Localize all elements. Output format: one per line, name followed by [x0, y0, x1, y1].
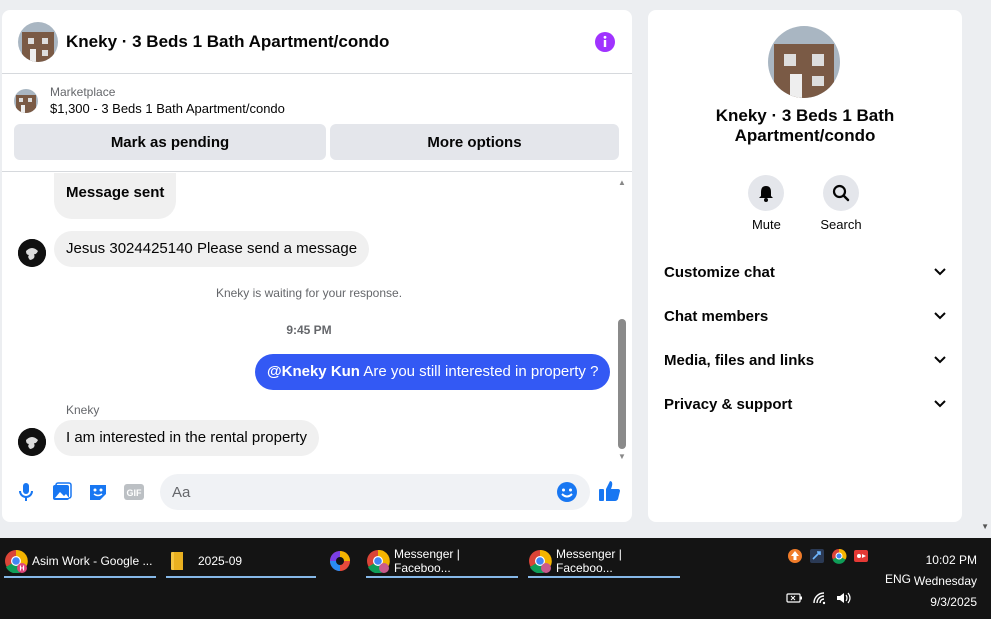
- taskbar-messenger-1[interactable]: Messenger | Faceboo...: [366, 544, 518, 578]
- search-icon: [822, 175, 859, 211]
- chevron-down-icon: [934, 400, 946, 408]
- system-clock[interactable]: 10:02 PM Wednesday 9/3/2025: [914, 550, 977, 613]
- outgoing-message-text: Are you still interested in property ?: [359, 363, 599, 380]
- menu-item-label: Privacy & support: [664, 395, 793, 413]
- chrome-icon: H: [4, 549, 28, 574]
- battery-icon[interactable]: [786, 591, 804, 605]
- chrome-icon: [366, 549, 390, 574]
- bluetooth-connection-icon[interactable]: [809, 548, 825, 564]
- taskbar-label: 2025-09: [198, 554, 243, 568]
- marketplace-listing: Marketplace $1,300 - 3 Beds 1 Bath Apart…: [2, 74, 632, 172]
- upload-icon[interactable]: [787, 548, 803, 564]
- scroll-up-icon[interactable]: ▲: [618, 179, 626, 187]
- menu-item-label: Chat members: [664, 307, 769, 325]
- listing-price-title[interactable]: $1,300 - 3 Beds 1 Bath Apartment/condo: [50, 100, 285, 118]
- menu-item-label: Customize chat: [664, 263, 775, 281]
- menu-item-label: Media, files and links: [664, 351, 815, 369]
- chevron-down-icon: [934, 312, 946, 320]
- waiting-note: Kneky is waiting for your response.: [215, 286, 403, 300]
- more-options-button[interactable]: More options: [330, 124, 619, 160]
- sender-avatar[interactable]: [18, 428, 46, 456]
- message-thread[interactable]: Message sent Jesus 3024425140 Please sen…: [2, 173, 632, 463]
- listing-source: Marketplace: [50, 85, 116, 99]
- menu-item-chat-members[interactable]: Chat members: [648, 294, 962, 338]
- search-label: Search: [820, 217, 862, 232]
- mute-button[interactable]: Mute: [748, 175, 785, 232]
- info-icon[interactable]: [594, 31, 616, 53]
- taskbar-chrome-asim-work[interactable]: H Asim Work - Google ...: [4, 544, 156, 578]
- scroll-down-icon[interactable]: ▼: [618, 453, 626, 461]
- conversation-details-panel: Kneky · 3 Beds 1 Bath Apartment/condo Mu…: [648, 10, 962, 522]
- taskbar-label: Messenger | Faceboo...: [394, 547, 460, 575]
- menu-item-customize-chat[interactable]: Customize chat: [648, 250, 962, 294]
- chevron-down-icon: [934, 268, 946, 276]
- details-title: Kneky · 3 Beds 1 Bath Apartment/condo: [715, 106, 895, 145]
- menu-item-privacy-support[interactable]: Privacy & support: [648, 382, 962, 426]
- message-input[interactable]: [172, 483, 556, 501]
- like-thumbs-up-icon[interactable]: [598, 479, 624, 505]
- folder-icon: [166, 549, 190, 573]
- chevron-down-icon: [934, 356, 946, 364]
- sender-avatar[interactable]: [18, 239, 46, 267]
- taskbar-messenger-2[interactable]: Messenger | Faceboo...: [528, 544, 680, 578]
- copilot-icon: [328, 549, 352, 573]
- chrome-icon: [528, 549, 552, 574]
- search-button[interactable]: Search: [820, 175, 862, 232]
- page-scroll-down-icon[interactable]: ▼: [981, 522, 989, 531]
- details-menu: Customize chat Chat members Media, files…: [648, 250, 962, 426]
- incoming-message: I am interested in the rental property: [54, 420, 319, 456]
- mute-label: Mute: [751, 217, 781, 232]
- system-tray-icons: [787, 548, 869, 564]
- chat-header: Kneky · 3 Beds 1 Bath Apartment/condo: [2, 10, 632, 74]
- message-input-wrap: [160, 474, 590, 510]
- message-sent-bubble: Message sent: [54, 173, 177, 219]
- outgoing-message: @Kneky Kun Are you still interested in p…: [255, 354, 611, 390]
- sticker-icon[interactable]: [86, 480, 110, 504]
- photo-icon[interactable]: [50, 480, 74, 504]
- mention[interactable]: @Kneky Kun: [267, 363, 360, 380]
- menu-item-media-files-links[interactable]: Media, files and links: [648, 338, 962, 382]
- svg-text:GIF: GIF: [127, 488, 143, 498]
- taskbar-folder-2025-09[interactable]: 2025-09: [166, 544, 316, 578]
- taskbar-label: Asim Work - Google ...: [32, 554, 153, 568]
- taskbar-label: Messenger | Faceboo...: [556, 547, 622, 575]
- incoming-message: Jesus 3024425140 Please send a message: [54, 231, 370, 267]
- message-scrollbar[interactable]: ▲ ▼: [618, 179, 626, 461]
- language-indicator[interactable]: ENG: [885, 572, 911, 586]
- message-composer: GIF: [2, 472, 632, 512]
- gif-icon[interactable]: GIF: [122, 480, 146, 504]
- recorder-icon[interactable]: [853, 548, 869, 564]
- details-avatar[interactable]: [768, 26, 840, 98]
- volume-icon[interactable]: [836, 591, 852, 605]
- clock-time: 10:02 PM: [925, 553, 977, 567]
- scroll-thumb[interactable]: [618, 319, 626, 449]
- conversation-title: Kneky · 3 Beds 1 Bath Apartment/condo: [66, 31, 390, 51]
- taskbar-copilot[interactable]: [328, 544, 356, 578]
- conversation-avatar[interactable]: [18, 21, 58, 62]
- clock-date: 9/3/2025: [930, 595, 977, 609]
- emoji-icon[interactable]: [556, 481, 578, 503]
- chrome-tray-icon[interactable]: [831, 548, 847, 564]
- listing-thumbnail[interactable]: [14, 89, 38, 113]
- sender-name: Kneky: [66, 403, 100, 417]
- chat-panel: Kneky · 3 Beds 1 Bath Apartment/condo Ma…: [2, 10, 632, 522]
- svg-text:H: H: [19, 566, 24, 573]
- microphone-icon[interactable]: [14, 480, 38, 504]
- mark-as-pending-button[interactable]: Mark as pending: [14, 124, 326, 160]
- bell-icon: [748, 175, 785, 211]
- message-timestamp: 9:45 PM: [286, 323, 332, 337]
- system-status-icons: [786, 591, 852, 605]
- windows-taskbar: H Asim Work - Google ... 2025-09 Messeng…: [0, 538, 991, 619]
- wifi-icon[interactable]: [812, 591, 828, 605]
- clock-day: Wednesday: [913, 574, 977, 588]
